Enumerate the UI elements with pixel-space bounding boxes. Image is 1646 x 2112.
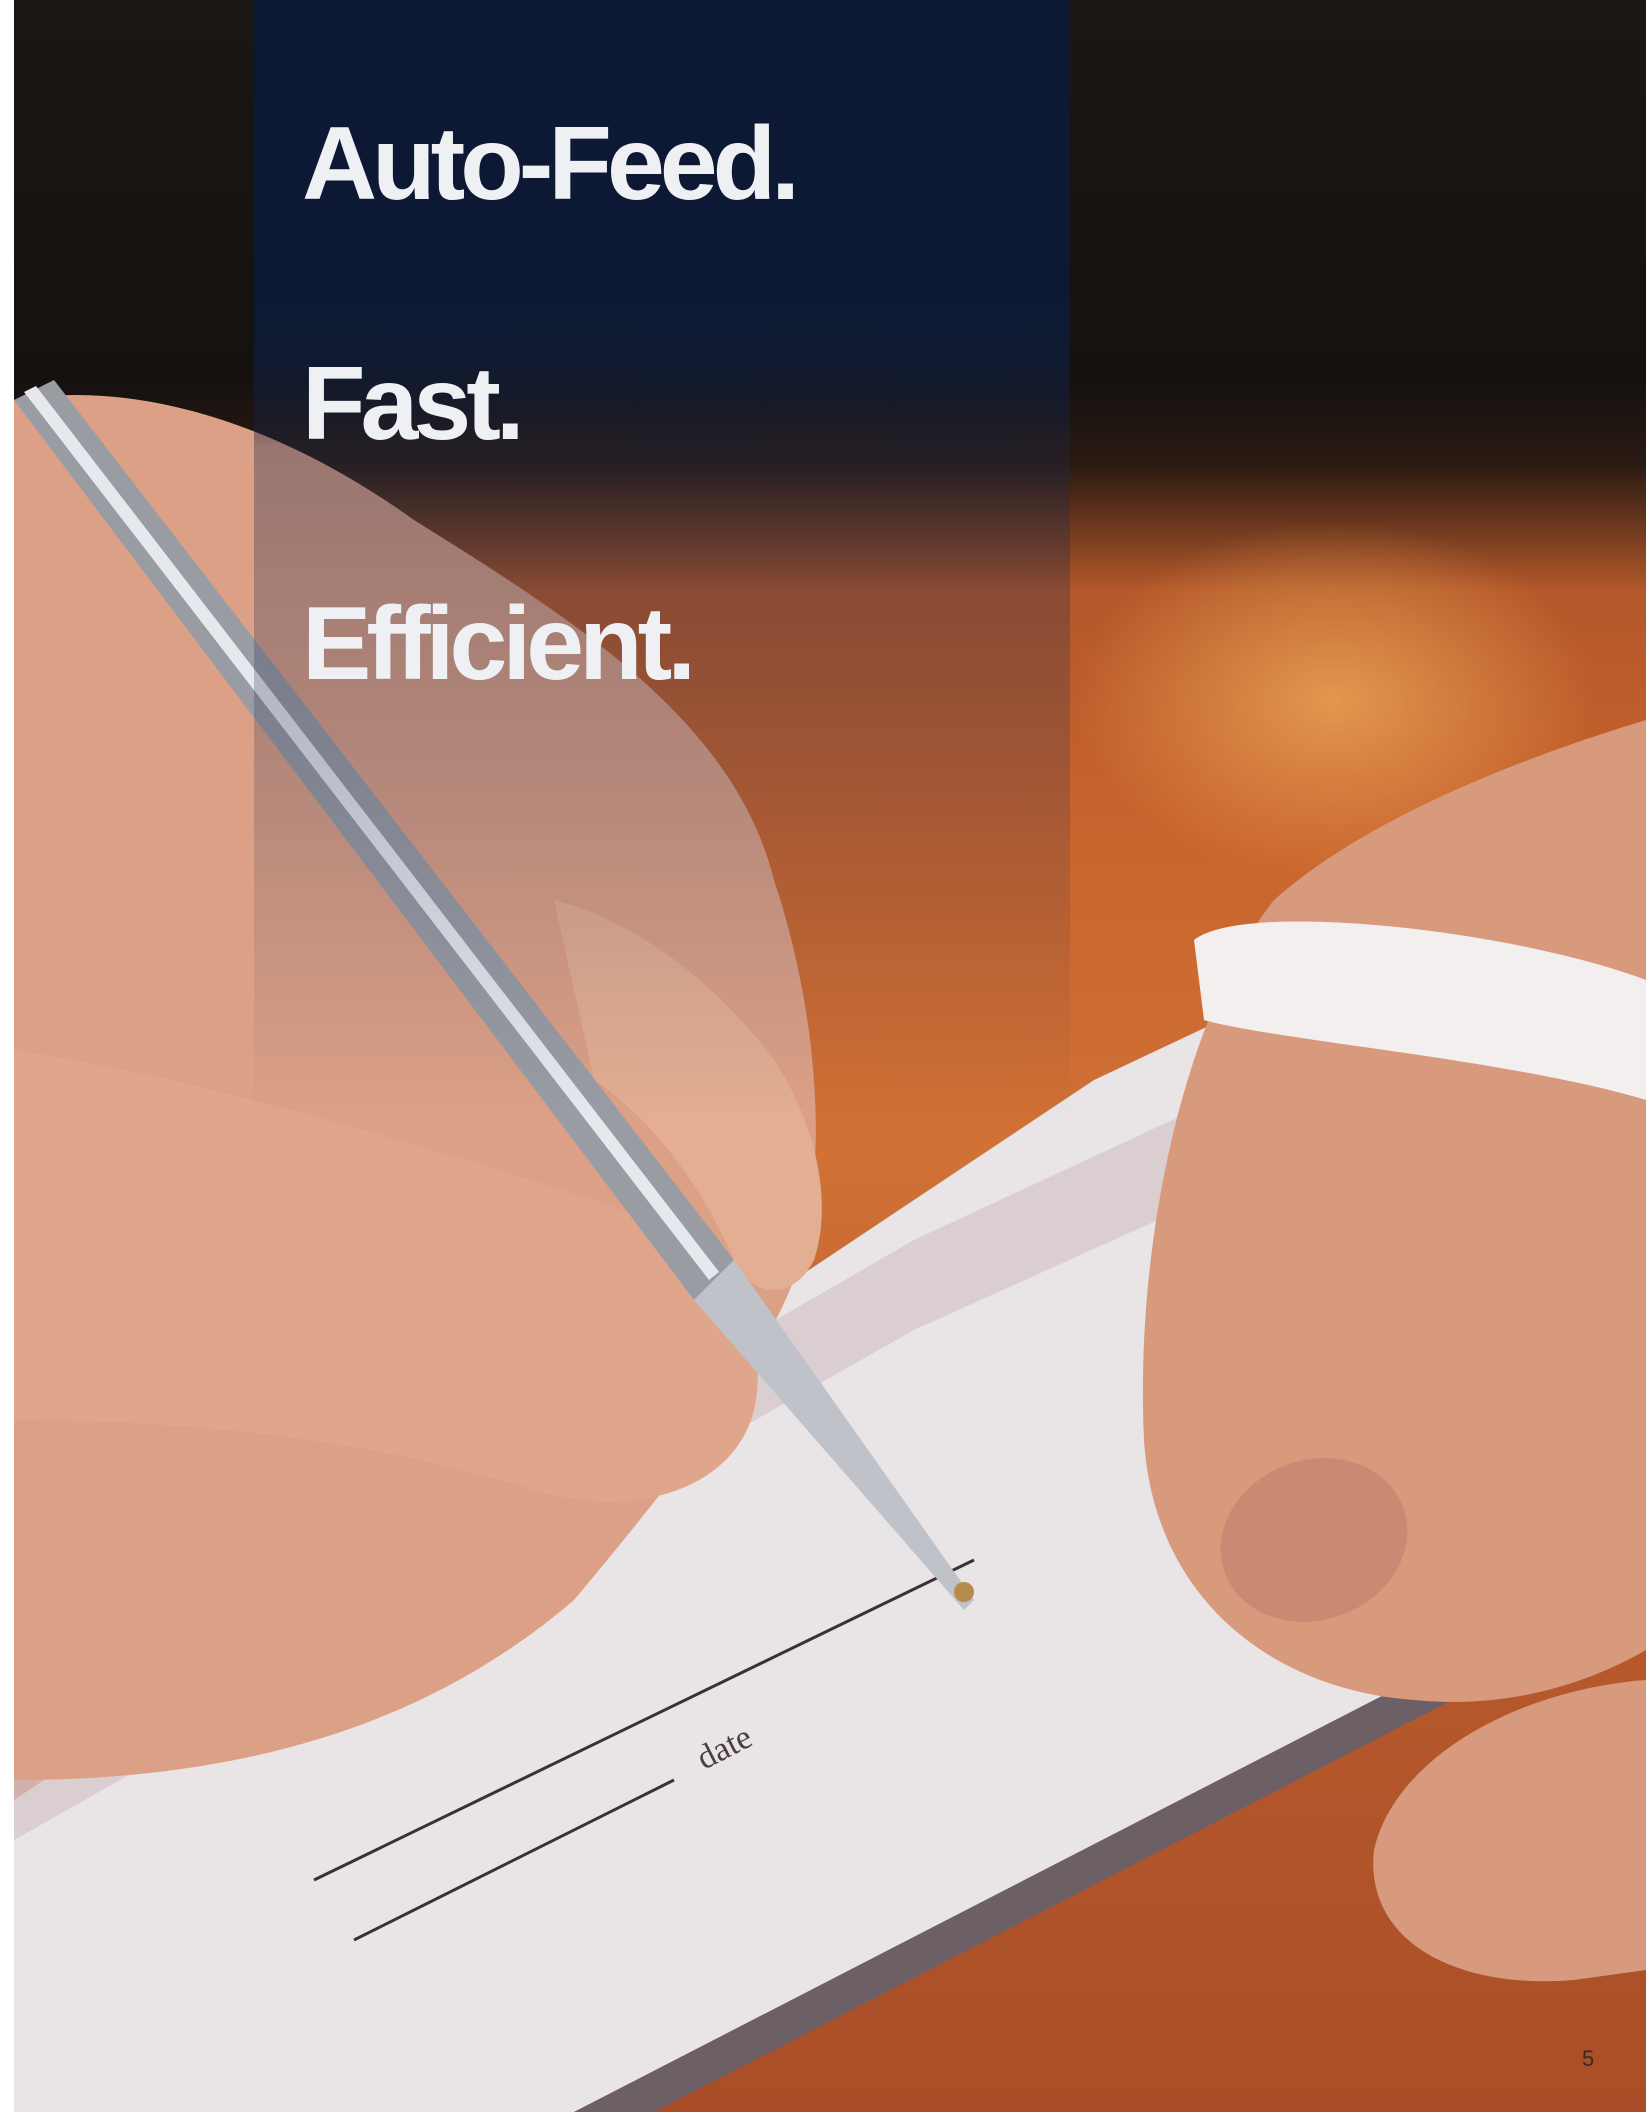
headline-auto-feed: Auto-Feed. xyxy=(302,106,800,222)
brochure-page: date Auto-Feed. Fast. Efficient. 5 xyxy=(0,0,1646,2112)
page-number: 5 xyxy=(1582,2046,1595,2071)
pen-ball xyxy=(954,1582,974,1602)
lower-finger xyxy=(1373,1680,1646,1982)
headline-efficient: Efficient. xyxy=(302,586,696,702)
headline-fast: Fast. xyxy=(302,346,525,462)
